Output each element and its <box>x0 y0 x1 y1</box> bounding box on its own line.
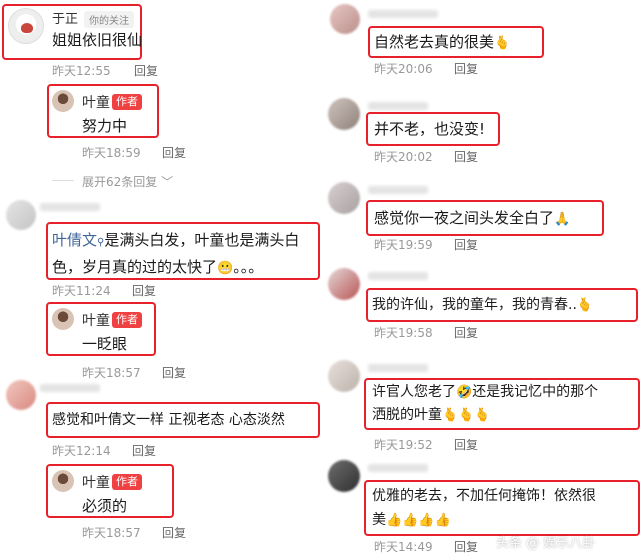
comment-text: 姐姐依旧很仙 <box>52 31 143 49</box>
avatar[interactable] <box>52 90 74 112</box>
comment-text: 感觉和叶倩文一样 正视老态 心态淡然 <box>52 412 285 428</box>
reply-username[interactable]: 叶童 <box>82 92 110 112</box>
avatar[interactable] <box>328 182 360 214</box>
reply-button[interactable]: 回复 <box>454 538 478 554</box>
comment-text-main: 自然老去真的很美 <box>374 33 495 51</box>
author-badge: 作者 <box>112 474 142 490</box>
comment-text-line1: 优雅的老去，不加任何掩饰！依然很 <box>372 488 596 504</box>
reply-button[interactable]: 回复 <box>162 144 186 161</box>
reply-button[interactable]: 回复 <box>454 236 478 253</box>
watermark: 头条 @ 娱乐八卦 <box>496 536 596 551</box>
comment-text-line1: 是满头白发，叶童也是满头白 <box>104 231 300 249</box>
reply-button[interactable]: 回复 <box>454 148 478 165</box>
reply-username[interactable]: 叶童 <box>82 472 110 492</box>
reply-text: 必须的 <box>82 497 128 515</box>
comment-text-line1: 许官人您老了 <box>372 384 456 400</box>
blurred-username <box>368 364 428 372</box>
reply-button[interactable]: 回复 <box>454 60 478 77</box>
reply-time: 昨天18:57 <box>82 366 141 380</box>
blurred-username <box>368 102 428 110</box>
avatar[interactable] <box>328 268 360 300</box>
comment-text-main: 我的许仙，我的童年，我的青春.. <box>372 297 577 313</box>
comment-time: 昨天20:02 <box>374 150 433 164</box>
avatar[interactable] <box>52 470 74 492</box>
comment-time: 昨天20:06 <box>374 62 433 76</box>
comment-time: 昨天19:59 <box>374 238 433 252</box>
heart-hands-emoji-icon: 🫰🫰🫰 <box>442 408 491 423</box>
reply-button[interactable]: 回复 <box>454 436 478 453</box>
comment-text: 自然老去真的很美🫰 <box>374 30 510 56</box>
right-comment-column: 自然老去真的很美🫰 昨天20:06 回复 并不老，也没变! 昨天20:02 回复… <box>320 0 640 554</box>
thumbs-up-emoji-icon: 👍👍👍👍 <box>386 513 451 528</box>
comment-text-main: 感觉你一夜之间头发全白了 <box>374 209 555 227</box>
reply-time: 昨天18:57 <box>82 526 141 540</box>
reply-button[interactable]: 回复 <box>132 442 156 459</box>
comment-text: 叶倩文⚲是满头白发，叶童也是满头白 色，岁月真的过的太快了😬。。。 <box>52 228 318 281</box>
avatar[interactable] <box>52 308 74 330</box>
heart-hands-emoji-icon: 🫰 <box>494 36 511 51</box>
author-badge: 作者 <box>112 94 142 110</box>
mention-link[interactable]: 叶倩文 <box>52 231 97 249</box>
author-badge: 作者 <box>112 312 142 328</box>
expand-label: 展开62条回复 <box>82 175 158 189</box>
comment-text: 优雅的老去，不加任何掩饰！依然很 美👍👍👍👍 <box>372 484 638 533</box>
follow-badge: 你的关注 <box>84 11 134 28</box>
avatar[interactable] <box>328 98 360 130</box>
reply-button[interactable]: 回复 <box>162 524 186 541</box>
comment-text: 我的许仙，我的童年，我的青春..🫰 <box>372 293 593 318</box>
pray-emoji-icon: 🙏 <box>554 212 571 227</box>
blurred-username <box>40 384 100 392</box>
avatar[interactable] <box>328 360 360 392</box>
blurred-username <box>368 10 438 18</box>
divider <box>52 180 74 181</box>
reply-text: 努力中 <box>82 117 128 135</box>
reply-button[interactable]: 回复 <box>454 324 478 341</box>
comment-text: 感觉你一夜之间头发全白了🙏 <box>374 206 570 232</box>
avatar[interactable] <box>6 200 36 230</box>
comment-time: 昨天19:52 <box>374 438 433 452</box>
heart-hands-emoji-icon: 🫰 <box>576 298 594 313</box>
reply-button[interactable]: 回复 <box>162 364 186 381</box>
comment-username[interactable]: 于正 <box>52 8 78 27</box>
comment-text-line1b: 还是我记忆中的那个 <box>472 384 599 400</box>
chevron-down-icon: ﹀ <box>161 175 174 189</box>
expand-replies-link[interactable]: 展开62条回复 ﹀ <box>82 173 173 190</box>
comment-text: 许官人您老了🤣还是我记忆中的那个 洒脱的叶童🫰🫰🫰 <box>372 381 638 427</box>
grimace-emoji-icon: 😬 <box>217 261 234 276</box>
comment-text-line2: 色，岁月真的过的太快了 <box>52 258 218 276</box>
avatar[interactable] <box>328 460 360 492</box>
left-comment-column: 于正 你的关注 姐姐依旧很仙 昨天12:55 回复 叶童 作者 努力中 昨天18… <box>0 0 320 554</box>
blurred-username <box>368 464 428 472</box>
comment-text-line2: 洒脱的叶童 <box>372 407 442 423</box>
avatar[interactable] <box>6 380 36 410</box>
reply-time: 昨天18:59 <box>82 146 141 160</box>
comment-text-tail: 。。。 <box>233 258 264 276</box>
blurred-username <box>40 203 100 211</box>
rofl-emoji-icon: 🤣 <box>456 385 473 400</box>
reply-username[interactable]: 叶童 <box>82 310 110 330</box>
blurred-username <box>368 186 428 194</box>
reply-button[interactable]: 回复 <box>134 62 158 79</box>
comment-text: 并不老，也没变! <box>374 120 486 138</box>
blurred-username <box>368 272 428 280</box>
reply-text: 一眨眼 <box>82 335 128 353</box>
comment-text-line2: 美 <box>372 512 386 528</box>
reply-button[interactable]: 回复 <box>132 282 156 299</box>
avatar[interactable] <box>330 4 360 34</box>
comment-time: 昨天11:24 <box>52 284 111 298</box>
comment-time: 昨天19:58 <box>374 326 433 340</box>
comment-time: 昨天12:55 <box>52 64 111 78</box>
comment-time: 昨天12:14 <box>52 444 111 458</box>
comment-time: 昨天14:49 <box>374 540 433 554</box>
